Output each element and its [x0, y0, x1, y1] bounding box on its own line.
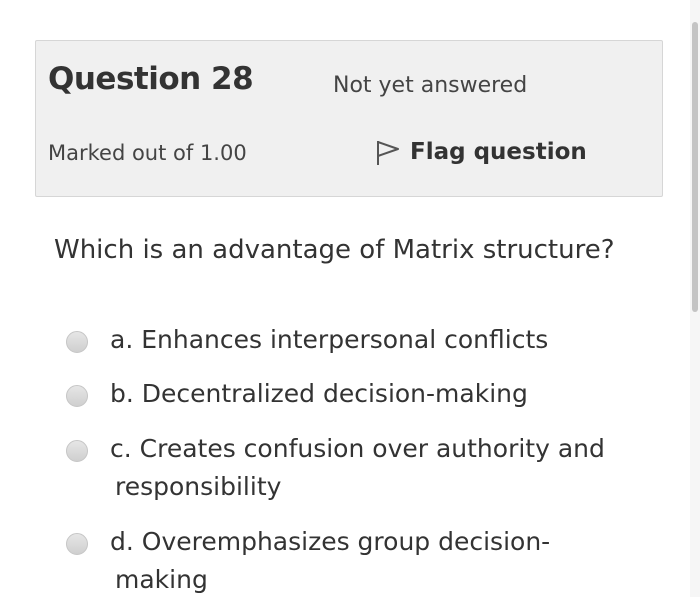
answer-text-d-line2: making — [115, 565, 208, 594]
question-grade: Marked out of 1.00 — [48, 141, 247, 165]
question-info-box: Question 28 Not yet answered Marked out … — [35, 40, 663, 197]
radio-button-d[interactable] — [66, 533, 88, 555]
flag-question-label: Flag question — [410, 139, 587, 165]
flag-question-button[interactable]: Flag question — [374, 137, 587, 167]
answer-label-c: c. Creates confusion over authority and … — [110, 430, 630, 506]
answer-option-c[interactable]: c. Creates confusion over authority and … — [66, 430, 630, 506]
answer-text-a-line1: a. Enhances interpersonal conflicts — [110, 325, 549, 354]
question-number: Question 28 — [48, 61, 254, 97]
answer-option-a[interactable]: a. Enhances interpersonal conflicts — [66, 321, 590, 359]
flag-icon — [374, 137, 402, 167]
answer-label-d: d. Overemphasizes group decision- making — [110, 523, 590, 599]
answer-text-d-line1: d. Overemphasizes group decision- — [110, 527, 551, 556]
question-state: Not yet answered — [333, 73, 528, 98]
answer-label-a: a. Enhances interpersonal conflicts — [110, 321, 590, 359]
answer-text-b-line1: b. Decentralized decision-making — [110, 379, 528, 408]
page-scrollbar[interactable] — [690, 0, 700, 597]
answer-label-b: b. Decentralized decision-making — [110, 375, 590, 413]
radio-button-b[interactable] — [66, 385, 88, 407]
radio-button-c[interactable] — [66, 440, 88, 462]
answer-text-c-line1: c. Creates confusion over authority and — [110, 434, 605, 463]
scrollbar-thumb[interactable] — [692, 22, 698, 312]
radio-button-a[interactable] — [66, 331, 88, 353]
answer-option-b[interactable]: b. Decentralized decision-making — [66, 375, 590, 413]
answer-option-d[interactable]: d. Overemphasizes group decision- making — [66, 523, 590, 599]
answer-text-c-line2: responsibility — [115, 472, 282, 501]
question-text: Which is an advantage of Matrix structur… — [54, 235, 615, 265]
